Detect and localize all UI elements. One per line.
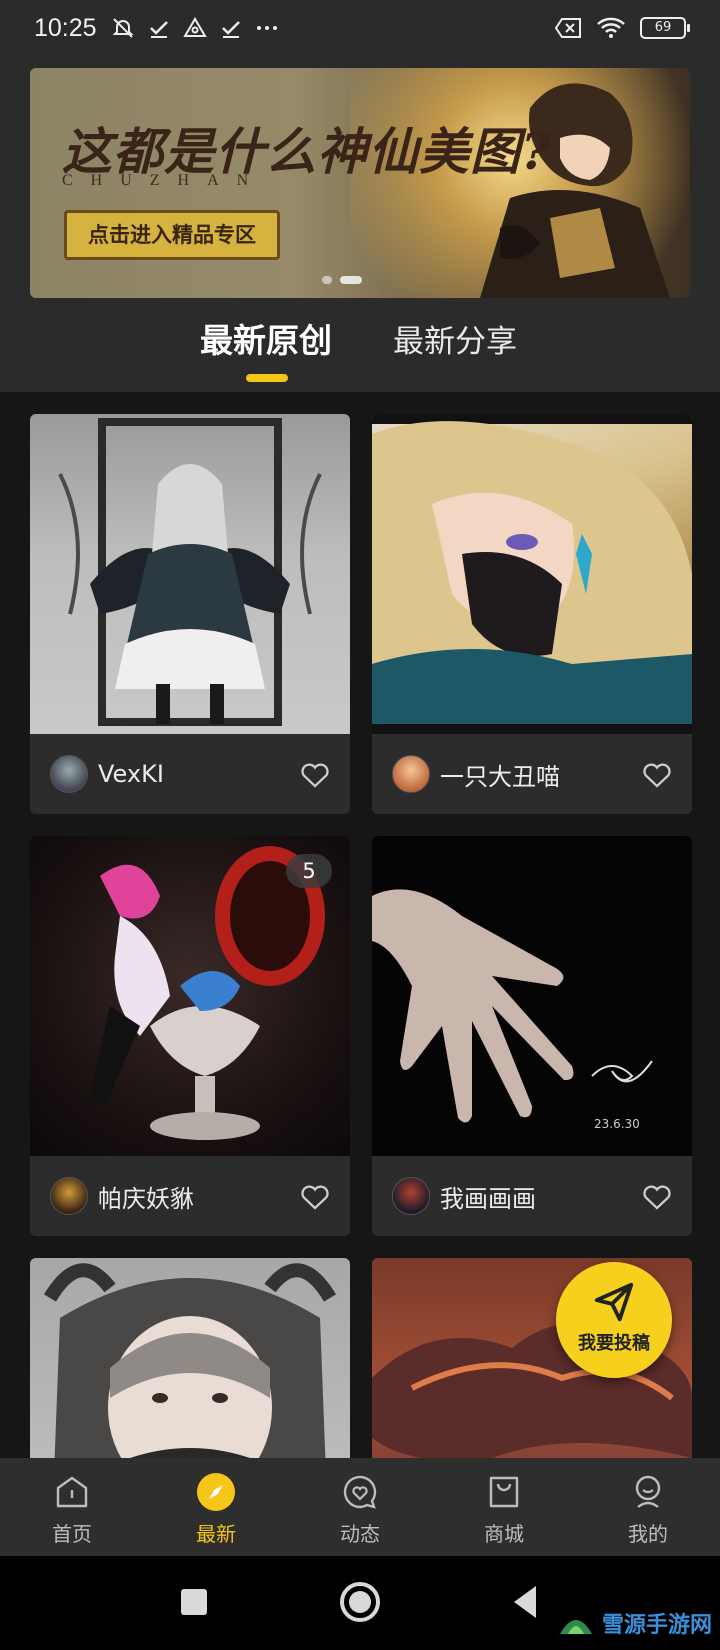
- post-card[interactable]: VexKI: [30, 414, 350, 814]
- drive-icon: [182, 17, 207, 37]
- post-footer: 我画画画: [372, 1156, 692, 1236]
- check-icon: [221, 21, 240, 38]
- hand-drawing: 23.6.30: [372, 889, 653, 1131]
- home-icon: [56, 1476, 88, 1508]
- svg-text:23.6.30: 23.6.30: [594, 1117, 640, 1131]
- avatar[interactable]: [392, 755, 430, 793]
- shopping-bag-icon: [489, 1476, 519, 1508]
- recents-button[interactable]: [170, 1578, 218, 1626]
- nav-label: 最新: [196, 1522, 236, 1546]
- post-card[interactable]: 一只大丑喵: [372, 414, 692, 814]
- tab-latest-shared[interactable]: 最新分享: [393, 316, 517, 361]
- author-name[interactable]: VexKI: [98, 760, 164, 788]
- status-notification-icons: [111, 16, 279, 40]
- heart-icon[interactable]: [640, 1179, 674, 1213]
- wifi-icon: [597, 17, 625, 38]
- banner-subtitle: CHUZHAN: [62, 172, 267, 189]
- nav-item-home[interactable]: 首页: [0, 1458, 144, 1556]
- watermark-text: 雪源手游网: [601, 1613, 712, 1638]
- feed-tabs: 最新原创 最新分享: [0, 314, 720, 384]
- author-name[interactable]: 一只大丑喵: [440, 757, 560, 792]
- pagination-dot-active: [340, 276, 362, 284]
- submit-post-button[interactable]: 我要投稿: [556, 1262, 672, 1378]
- tab-latest-original[interactable]: 最新原创: [200, 314, 332, 362]
- status-system-icons: 69: [554, 16, 690, 40]
- post-footer: 帕庆妖貅: [30, 1156, 350, 1236]
- check-icon: [149, 21, 168, 38]
- bottom-nav: 首页 最新 动态 商城 我的: [0, 1458, 720, 1556]
- compass-icon: [197, 1473, 235, 1511]
- post-image[interactable]: [372, 414, 692, 734]
- post-image[interactable]: 23.6.30: [372, 836, 692, 1156]
- profile-icon: [635, 1475, 661, 1508]
- nav-item-latest[interactable]: 最新: [144, 1458, 288, 1556]
- image-count-badge: 5: [286, 854, 332, 888]
- active-tab-indicator: [246, 374, 288, 382]
- post-card[interactable]: 5 帕庆妖貅: [30, 836, 350, 1236]
- heart-icon[interactable]: [298, 1179, 332, 1213]
- nav-item-profile[interactable]: 我的: [576, 1458, 720, 1556]
- more-icon: [256, 26, 277, 30]
- heart-icon[interactable]: [298, 757, 332, 791]
- blond-boy-illustration: [372, 414, 692, 734]
- promo-banner[interactable]: 这都是什么神仙美图? CHUZHAN 点击进入精品专区: [30, 68, 690, 298]
- pagination-dot: [322, 276, 332, 284]
- nav-label: 我的: [628, 1522, 668, 1546]
- nav-label: 动态: [340, 1522, 380, 1546]
- no-sim-icon: [554, 18, 581, 38]
- avatar[interactable]: [50, 755, 88, 793]
- back-button[interactable]: [502, 1578, 550, 1626]
- header-area: 这都是什么神仙美图? CHUZHAN 点击进入精品专区 最新原创 最新分享: [0, 56, 720, 392]
- avatar[interactable]: [392, 1177, 430, 1215]
- battery-indicator: 69: [640, 17, 690, 39]
- gothic-doll-illustration: [58, 418, 322, 726]
- paper-plane-icon: [594, 1282, 634, 1322]
- heart-icon[interactable]: [640, 757, 674, 791]
- author-name[interactable]: 我画画画: [440, 1179, 536, 1214]
- status-time: 10:25: [34, 13, 97, 42]
- watermark-logo: [559, 1620, 592, 1634]
- heart-bubble-icon: [343, 1475, 377, 1509]
- status-bar: 10:25 69: [0, 0, 720, 56]
- author-name[interactable]: 帕庆妖貅: [98, 1179, 194, 1214]
- post-card[interactable]: 23.6.30 我画画画: [372, 836, 692, 1236]
- nav-label: 首页: [52, 1522, 92, 1546]
- mute-icon: [112, 18, 133, 38]
- post-image[interactable]: 5: [30, 836, 350, 1156]
- site-watermark: 雪源手游网: [556, 1606, 712, 1640]
- home-button[interactable]: [336, 1578, 384, 1626]
- post-image[interactable]: [30, 414, 350, 734]
- nav-item-shop[interactable]: 商城: [432, 1458, 576, 1556]
- nav-item-feed[interactable]: 动态: [288, 1458, 432, 1556]
- submit-post-label: 我要投稿: [578, 1333, 650, 1354]
- banner-enter-button[interactable]: 点击进入精品专区: [64, 210, 280, 260]
- avatar[interactable]: [50, 1177, 88, 1215]
- banner-pagination: [322, 276, 362, 284]
- nav-label: 商城: [484, 1522, 524, 1546]
- post-footer: VexKI: [30, 734, 350, 814]
- post-footer: 一只大丑喵: [372, 734, 692, 814]
